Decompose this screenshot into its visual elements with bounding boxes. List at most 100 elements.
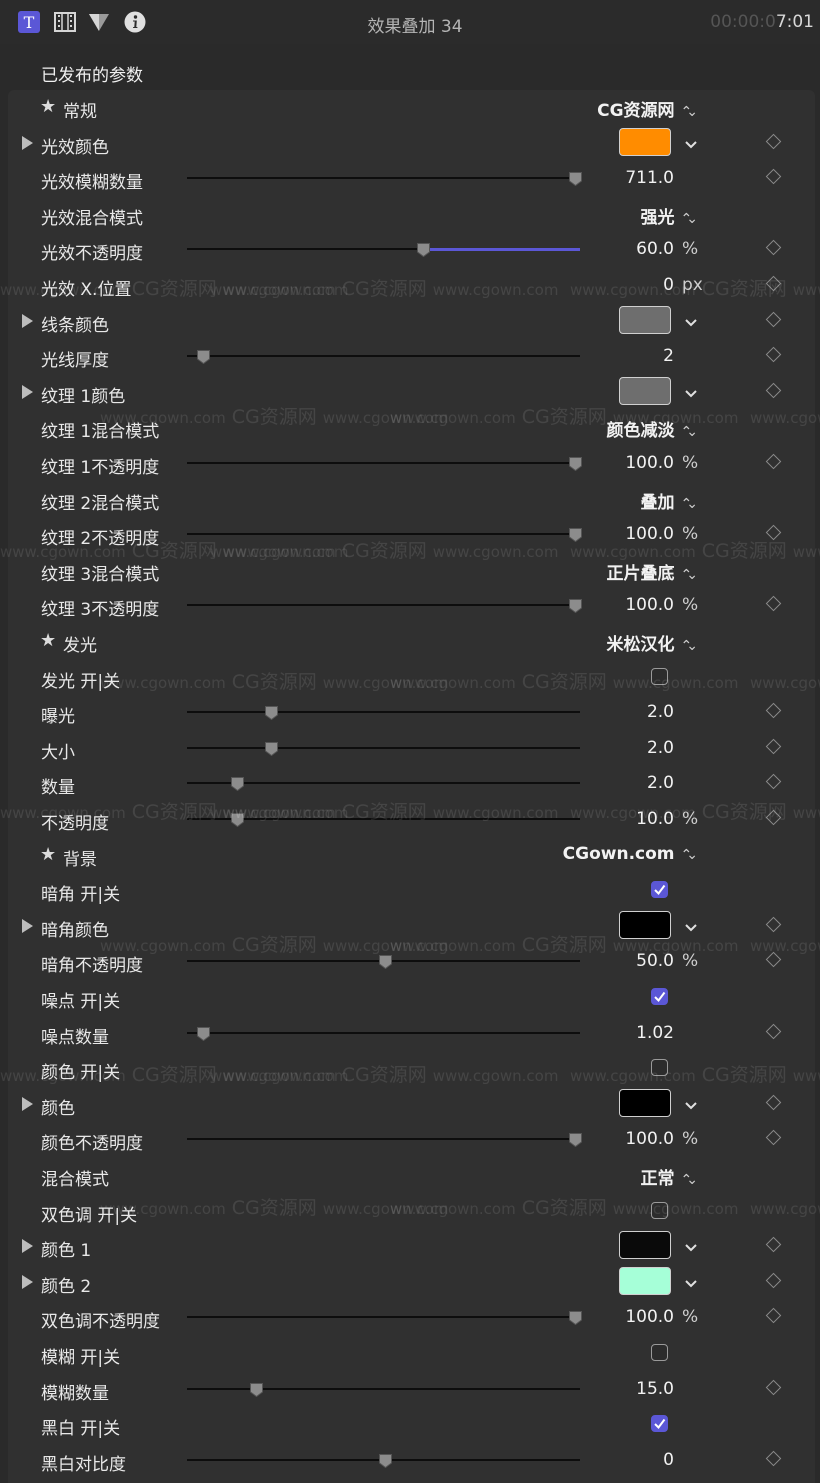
- keyframe-button[interactable]: [765, 738, 782, 755]
- blend-mode-popup[interactable]: 强光 ⌃⌄: [641, 203, 699, 228]
- slider-track[interactable]: [187, 746, 580, 749]
- chevron-down-icon[interactable]: [684, 314, 698, 328]
- keyframe-button[interactable]: [765, 1130, 782, 1146]
- slider-knob[interactable]: [569, 1310, 582, 1326]
- keyframe-button[interactable]: [765, 952, 782, 968]
- slider-track[interactable]: [187, 1138, 580, 1141]
- chevron-down-icon[interactable]: [684, 1239, 698, 1253]
- blend-mode-popup[interactable]: 颜色减淡 ⌃⌄: [607, 416, 699, 441]
- keyframe-button[interactable]: [765, 1236, 782, 1253]
- keyframe-button[interactable]: [765, 809, 782, 826]
- keyframe-button[interactable]: [765, 1094, 782, 1111]
- keyframe-button[interactable]: [765, 524, 782, 541]
- keyframe-button[interactable]: [765, 382, 782, 399]
- toggle-checkbox[interactable]: [651, 988, 668, 1005]
- param-value[interactable]: 0: [663, 275, 674, 295]
- toggle-checkbox[interactable]: [651, 1201, 668, 1219]
- toggle-checkbox[interactable]: [651, 881, 668, 899]
- color-swatch[interactable]: [619, 910, 671, 939]
- slider-track[interactable]: [187, 177, 580, 180]
- keyframe-button[interactable]: [765, 702, 782, 719]
- group-preset-popup[interactable]: CGown.com ⌃⌄: [563, 844, 699, 864]
- slider-track[interactable]: [187, 355, 580, 358]
- toggle-checkbox[interactable]: [651, 1059, 668, 1077]
- disclosure-triangle-icon[interactable]: [22, 135, 33, 150]
- color-swatch[interactable]: [619, 1231, 671, 1260]
- color-swatch[interactable]: [619, 1088, 671, 1117]
- disclosure-triangle-icon[interactable]: [22, 313, 33, 328]
- chevron-down-icon[interactable]: [684, 385, 698, 399]
- slider-knob[interactable]: [569, 598, 582, 614]
- slider-knob[interactable]: [249, 1382, 263, 1397]
- slider-knob[interactable]: [569, 171, 582, 187]
- color-swatch[interactable]: [619, 305, 671, 334]
- param-value[interactable]: 711.0: [625, 168, 674, 188]
- keyframe-button[interactable]: [765, 1272, 782, 1289]
- slider-knob[interactable]: [569, 456, 582, 472]
- param-value[interactable]: 100.0: [625, 453, 674, 473]
- param-value[interactable]: 50.0: [636, 951, 674, 971]
- slider-track[interactable]: [187, 818, 580, 820]
- keyframe-button[interactable]: [765, 346, 782, 363]
- chevron-down-icon[interactable]: [684, 1275, 698, 1289]
- param-value[interactable]: 100.0: [625, 1307, 674, 1327]
- slider-track[interactable]: [187, 462, 580, 464]
- keyframe-button[interactable]: [765, 1379, 782, 1395]
- toggle-checkbox[interactable]: [651, 1415, 668, 1433]
- param-value[interactable]: 60.0: [636, 239, 674, 259]
- slider-knob[interactable]: [379, 954, 392, 970]
- chevron-down-icon[interactable]: [684, 919, 698, 933]
- param-value[interactable]: 100.0: [625, 1129, 674, 1149]
- keyframe-button[interactable]: [765, 168, 782, 185]
- slider-track[interactable]: [187, 711, 580, 714]
- slider-knob[interactable]: [379, 1453, 392, 1468]
- slider-knob[interactable]: [230, 812, 244, 828]
- param-value[interactable]: 2.0: [647, 702, 674, 722]
- keyframe-button[interactable]: [765, 596, 782, 612]
- color-swatch[interactable]: [619, 1266, 671, 1295]
- group-preset-popup[interactable]: 米松汉化 ⌃⌄: [607, 630, 699, 655]
- param-value[interactable]: 2: [663, 346, 674, 366]
- param-value[interactable]: 100.0: [625, 524, 674, 544]
- slider-knob[interactable]: [569, 1132, 582, 1148]
- keyframe-button[interactable]: [765, 133, 782, 149]
- keyframe-button[interactable]: [765, 1023, 782, 1039]
- param-value[interactable]: 2.0: [647, 773, 674, 793]
- toggle-checkbox[interactable]: [651, 1344, 668, 1361]
- disclosure-triangle-icon[interactable]: [22, 918, 33, 933]
- param-value[interactable]: 2.0: [647, 738, 674, 758]
- slider-track[interactable]: [187, 1387, 580, 1390]
- keyframe-button[interactable]: [765, 275, 782, 292]
- group-preset-popup[interactable]: CG资源网 ⌃⌄: [597, 96, 698, 121]
- disclosure-triangle-icon[interactable]: [22, 1239, 33, 1254]
- param-value[interactable]: 0: [663, 1450, 674, 1470]
- keyframe-button[interactable]: [765, 774, 782, 790]
- chevron-down-icon[interactable]: [684, 1097, 698, 1111]
- slider-knob[interactable]: [569, 527, 582, 543]
- toggle-checkbox[interactable]: [651, 667, 668, 685]
- slider-track[interactable]: [187, 604, 580, 607]
- slider-track[interactable]: [187, 1031, 580, 1034]
- blend-mode-popup[interactable]: 叠加 ⌃⌄: [641, 488, 699, 513]
- keyframe-button[interactable]: [765, 311, 782, 327]
- keyframe-button[interactable]: [765, 453, 782, 470]
- disclosure-triangle-icon[interactable]: [22, 384, 33, 399]
- blend-mode-popup[interactable]: 正片叠底 ⌃⌄: [607, 559, 699, 584]
- keyframe-button[interactable]: [765, 240, 782, 256]
- color-swatch[interactable]: [619, 127, 671, 156]
- keyframe-button[interactable]: [765, 916, 782, 933]
- keyframe-button[interactable]: [765, 1450, 782, 1467]
- param-value[interactable]: 15.0: [636, 1379, 674, 1399]
- slider-knob[interactable]: [417, 242, 430, 258]
- slider-knob[interactable]: [265, 741, 278, 756]
- blend-mode-popup[interactable]: 正常 ⌃⌄: [641, 1164, 699, 1189]
- slider-knob[interactable]: [265, 705, 278, 721]
- disclosure-triangle-icon[interactable]: [22, 1096, 33, 1111]
- slider-knob[interactable]: [230, 776, 244, 792]
- slider-track[interactable]: [187, 782, 580, 785]
- disclosure-triangle-icon[interactable]: [22, 1274, 33, 1289]
- slider-knob[interactable]: [196, 1026, 210, 1041]
- chevron-down-icon[interactable]: [684, 136, 698, 150]
- param-value[interactable]: 100.0: [625, 595, 674, 615]
- param-value[interactable]: 10.0: [636, 809, 674, 829]
